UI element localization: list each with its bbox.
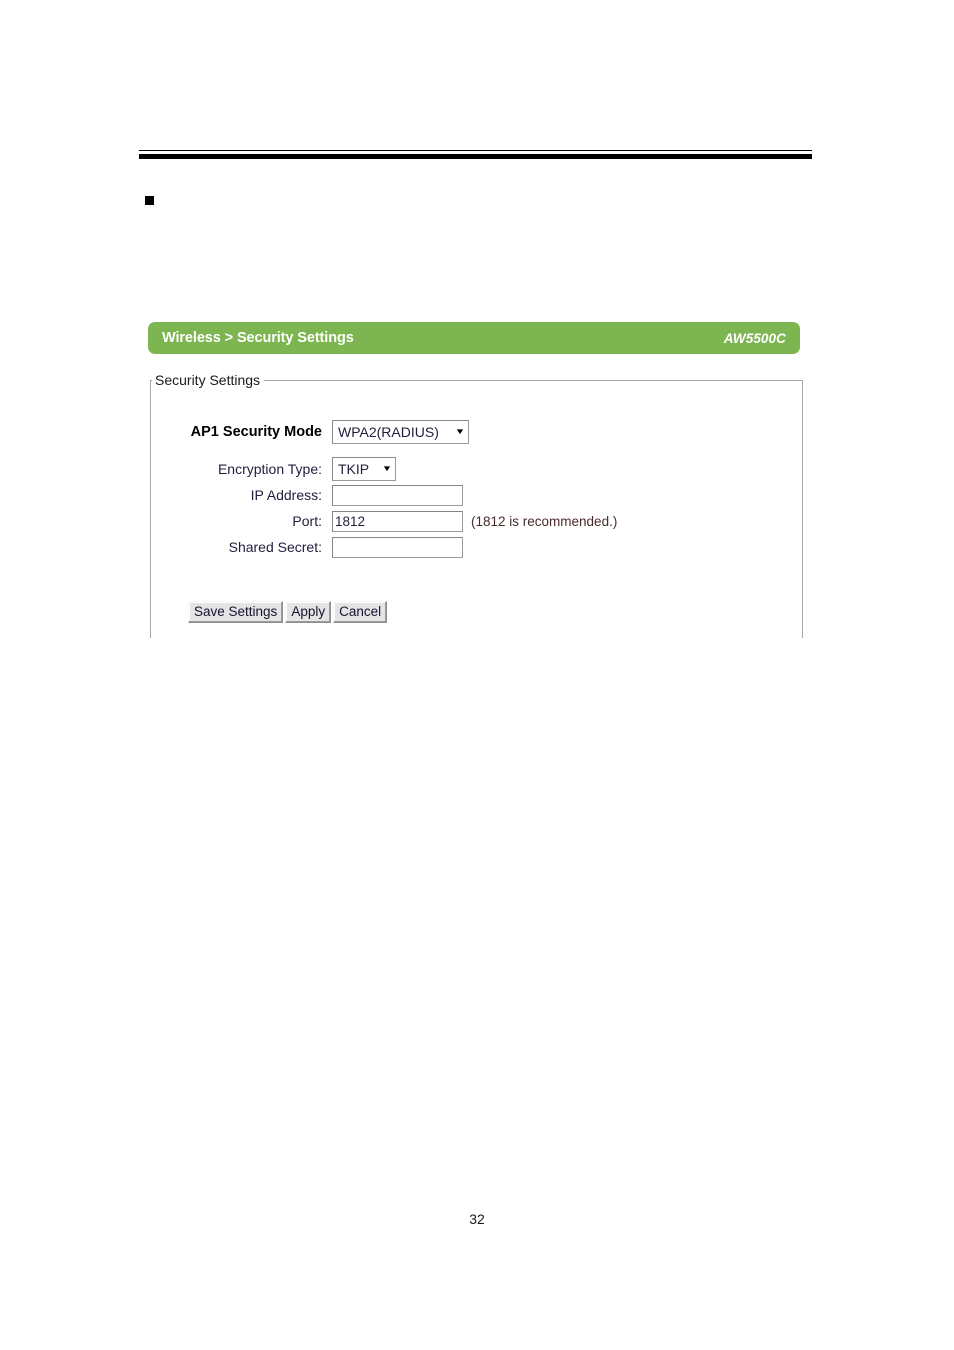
label-encryption-type: Encryption Type: (217, 461, 322, 477)
page-title-bar: Wireless > Security Settings AW5500C (148, 322, 800, 354)
chevron-down-icon: ▼ (454, 427, 466, 436)
select-encryption-type-value: TKIP (338, 461, 370, 477)
cancel-button[interactable]: Cancel (333, 601, 388, 623)
shared-secret-input[interactable] (332, 536, 463, 558)
save-settings-button[interactable]: Save Settings (188, 601, 284, 623)
chevron-down-icon: ▼ (381, 464, 393, 473)
header-divider-rule (139, 150, 812, 159)
panel-legend: Security Settings (152, 372, 265, 388)
row-ip-address: IP Address: (150, 483, 463, 507)
port-hint-text: (1812 is recommended.) (471, 513, 618, 529)
device-model-label: AW5500C (723, 330, 786, 346)
form-button-row: Save Settings Apply Cancel (188, 601, 388, 623)
row-security-mode: AP1 Security Mode WPA2(RADIUS) ▼ (150, 420, 469, 444)
row-port: Port: (1812 is recommended.) (150, 509, 617, 533)
select-encryption-type[interactable]: TKIP ▼ (332, 457, 396, 481)
apply-button[interactable]: Apply (285, 601, 332, 623)
breadcrumb: Wireless > Security Settings (162, 330, 354, 346)
ip-address-input[interactable] (332, 484, 463, 506)
label-port: Port: (292, 513, 322, 529)
select-security-mode-value: WPA2(RADIUS) (338, 424, 439, 440)
divider-thick-line (139, 154, 812, 159)
page-number: 32 (469, 1211, 485, 1227)
row-shared-secret: Shared Secret: (150, 535, 463, 559)
port-input[interactable] (332, 510, 463, 532)
label-ip-address: IP Address: (250, 487, 322, 503)
select-security-mode[interactable]: WPA2(RADIUS) ▼ (332, 420, 469, 444)
square-bullet-icon (145, 196, 154, 205)
label-shared-secret: Shared Secret: (228, 539, 322, 555)
label-security-mode: AP1 Security Mode (190, 424, 322, 440)
row-encryption-type: Encryption Type: TKIP ▼ (150, 457, 396, 481)
